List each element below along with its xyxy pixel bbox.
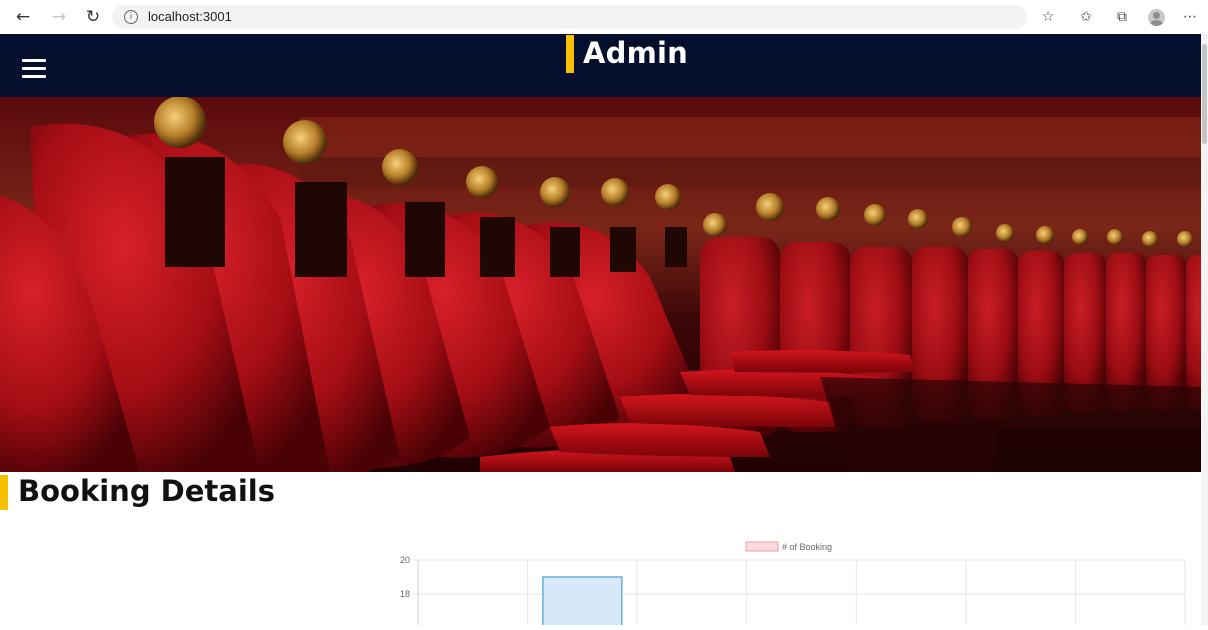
page-title: Admin: [583, 36, 689, 70]
legend-swatch[interactable]: [745, 541, 779, 552]
booking-details-heading: Booking Details: [18, 474, 275, 508]
forward-arrow-icon[interactable]: →: [48, 6, 70, 28]
address-bar[interactable]: i localhost:3001: [112, 5, 1027, 29]
scrollbar-thumb[interactable]: [1202, 44, 1207, 144]
theatre-seats-image: [0, 97, 1201, 472]
favorites-icon[interactable]: ✩: [1076, 7, 1096, 27]
y-tick-label: 20: [400, 555, 410, 565]
url-text[interactable]: localhost:3001: [148, 9, 232, 24]
bar-chart-svg: 20 18 # of Booking: [400, 541, 1186, 630]
more-options-icon[interactable]: ⋯: [1180, 7, 1200, 27]
site-info-icon[interactable]: i: [124, 10, 138, 24]
booking-chart: 20 18 # of Booking: [380, 530, 1195, 630]
reload-icon[interactable]: ↻: [82, 6, 104, 28]
hero-image: [0, 97, 1201, 472]
page-scrollbar[interactable]: [1201, 34, 1208, 625]
add-favorite-icon[interactable]: ☆: [1038, 7, 1058, 27]
collections-icon[interactable]: ⧉: [1112, 7, 1132, 27]
y-tick-label: 18: [400, 589, 410, 599]
section-accent-bar: [0, 475, 8, 510]
chart-bar[interactable]: [542, 576, 623, 630]
hamburger-menu-icon[interactable]: [22, 59, 46, 79]
legend-label[interactable]: # of Booking: [782, 542, 832, 552]
title-accent-bar: [566, 35, 574, 73]
app-header: Admin: [0, 34, 1201, 97]
browser-toolbar: ← → ↻ i localhost:3001 ☆ ✩ ⧉ ⋯: [0, 0, 1208, 35]
back-arrow-icon[interactable]: ←: [12, 6, 34, 28]
profile-avatar-icon[interactable]: [1148, 9, 1165, 26]
